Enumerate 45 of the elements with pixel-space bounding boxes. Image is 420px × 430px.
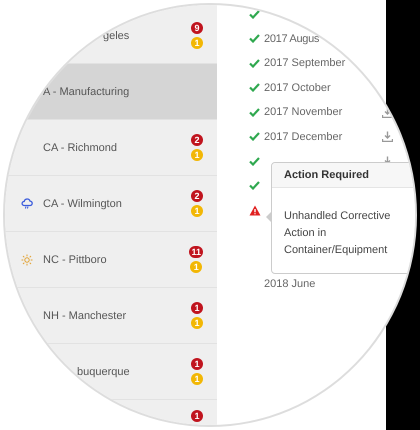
warning-count: 1	[191, 37, 203, 49]
sun-icon	[21, 254, 33, 266]
checkmark-icon	[249, 58, 260, 68]
location-item[interactable]: buquerque 1 1	[5, 344, 217, 400]
location-name: A - Manufacturing	[43, 86, 130, 98]
popover-title: Action Required	[272, 163, 415, 188]
month-label[interactable]: 2017 November	[264, 106, 382, 118]
location-name: NC - Pittboro	[43, 254, 108, 266]
checkmark-icon	[249, 83, 260, 92]
location-name: CA - Wilmington	[43, 198, 123, 210]
location-item[interactable]: NH - Manchester 1 1	[5, 288, 217, 344]
warning-count: 1	[191, 149, 203, 161]
alert-count: 2	[191, 190, 203, 202]
location-item[interactable]: 1	[5, 400, 217, 425]
checkmark-icon	[249, 34, 260, 44]
month-label[interactable]: 2017 September	[264, 57, 415, 70]
location-name: geles	[102, 30, 130, 42]
month-label[interactable]: 2017 Augus	[264, 32, 415, 45]
warning-count: 1	[191, 373, 203, 385]
popover-text: Unhandled Corrective Action in Container/Equipment	[283, 209, 392, 258]
location-item[interactable]: NC - Pittboro 11 1	[5, 232, 217, 288]
location-name: CA - Richmond	[43, 142, 118, 154]
alert-count: 1	[191, 410, 203, 422]
location-name: buquerque	[76, 366, 131, 378]
checkmark-icon	[249, 181, 260, 190]
checkmark-icon	[249, 132, 260, 142]
checkmark-icon	[249, 108, 260, 117]
warning-count: 1	[191, 317, 203, 329]
month-label[interactable]: 2017 December	[264, 130, 382, 143]
location-item[interactable]: CA - Wilmington 2 1	[5, 176, 217, 232]
month-label[interactable]: 2017 October	[264, 82, 415, 94]
warning-count: 1	[190, 261, 202, 273]
alert-count: 11	[189, 246, 203, 258]
warning-icon[interactable]	[249, 204, 261, 216]
alert-count: 2	[191, 134, 203, 146]
location-name: NH - Manchester	[43, 310, 128, 322]
rain-cloud-icon	[21, 198, 33, 210]
alert-count: 9	[191, 22, 203, 34]
alert-count: 1	[191, 358, 203, 370]
warning-count: 1	[191, 205, 203, 217]
month-label[interactable]: 2018 June	[264, 278, 415, 290]
checkmark-icon	[249, 10, 260, 19]
location-item[interactable]: CA - Richmond 2 1	[5, 120, 217, 176]
alert-count: 1	[191, 302, 203, 314]
checkmark-icon	[249, 156, 260, 166]
